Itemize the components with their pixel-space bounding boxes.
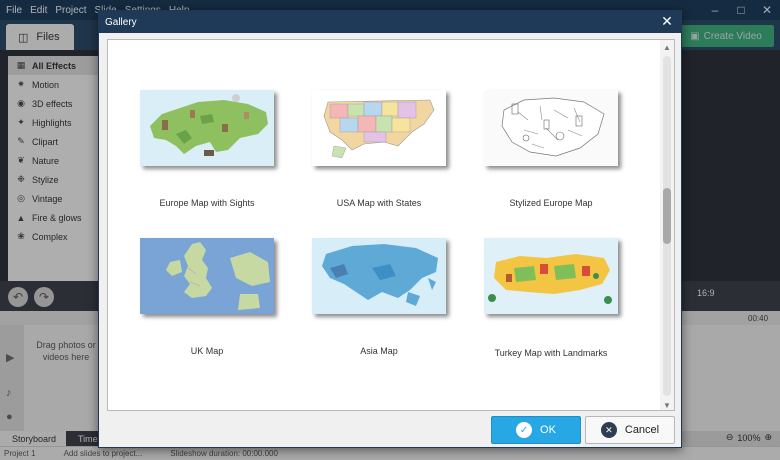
thumbnail-europe-map-sights	[140, 90, 274, 166]
thumbnail-usa-map-states	[312, 90, 446, 166]
scroll-up-icon[interactable]: ▲	[660, 40, 674, 54]
ok-button-label: OK	[540, 424, 556, 436]
thumbnail-uk-map	[140, 238, 274, 314]
gallery-item-label: Europe Map with Sights	[159, 198, 255, 208]
dialog-title-bar: Gallery	[99, 11, 681, 33]
check-icon: ✓	[516, 422, 533, 438]
gallery-item-label: Asia Map	[360, 346, 398, 356]
gallery-scrollbar[interactable]: ▲ ▼	[660, 40, 674, 410]
gallery-item-label: Turkey Map with Landmarks	[494, 348, 608, 358]
cancel-x-icon: ✕	[600, 422, 617, 438]
close-icon[interactable]: ✕	[659, 13, 675, 29]
dialog-title: Gallery	[105, 16, 137, 28]
gallery-item-label: UK Map	[190, 346, 224, 356]
gallery-list: Europe Map with Sights USA Map with Stat…	[107, 39, 675, 411]
gallery-dialog: Gallery ✕ Europe Map with Sights USA Map…	[98, 10, 682, 448]
thumbnail-turkey-map-landmarks	[484, 238, 618, 314]
gallery-item-label: USA Map with States	[336, 198, 422, 208]
scroll-down-icon[interactable]: ▼	[660, 398, 674, 410]
cancel-button[interactable]: ✕ Cancel	[585, 416, 675, 444]
thumbnail-stylized-europe-map	[484, 90, 618, 166]
ok-button[interactable]: ✓ OK	[491, 416, 581, 444]
gallery-item-label: Stylized Europe Map	[509, 198, 593, 208]
cancel-button-label: Cancel	[624, 424, 660, 436]
thumbnail-asia-map	[312, 238, 446, 314]
scroll-thumb[interactable]	[663, 188, 671, 244]
